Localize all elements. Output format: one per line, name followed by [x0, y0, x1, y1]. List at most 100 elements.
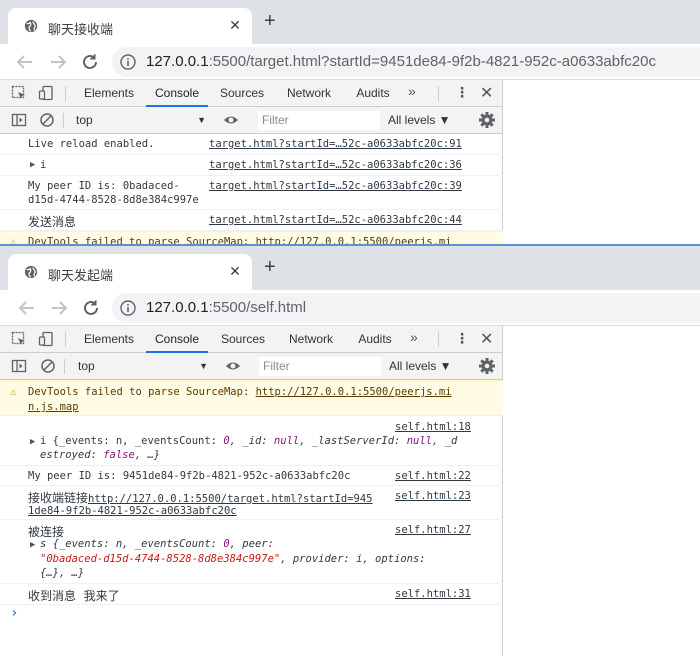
tab-console[interactable]: Console: [146, 80, 208, 107]
customize-menu-icon[interactable]: ⋮: [455, 330, 469, 347]
clear-console-icon[interactable]: [40, 358, 56, 374]
devtools-tabbar: Elements Console Sources Network Audits …: [0, 326, 502, 353]
browser-tab-initiator[interactable]: 聊天发起端 ✕: [8, 254, 252, 290]
tab-console[interactable]: Console: [146, 326, 208, 353]
show-sidebar-icon[interactable]: [11, 358, 27, 374]
log-row: ▶ i target.html?startId=…52c-a0633abfc20…: [0, 155, 503, 176]
eye-icon[interactable]: [223, 112, 239, 128]
expand-triangle-icon[interactable]: ▶: [30, 540, 35, 550]
gear-icon[interactable]: [478, 111, 496, 129]
log-row: My peer ID is: 9451de84-9f2b-4821-952c-a…: [0, 466, 503, 486]
globe-icon: [24, 19, 38, 33]
receiver-link-cont[interactable]: 1de84-9f2b-4821-952c-a0633abfc20c: [28, 505, 237, 517]
tab-audits[interactable]: Audits: [348, 80, 398, 107]
device-toolbar-icon[interactable]: [38, 331, 54, 347]
browser-toolbar: 127.0.0.1:5500/self.html: [0, 290, 700, 326]
devtools-panel: Elements Console Sources Network Audits …: [0, 80, 503, 244]
forward-arrow-icon[interactable]: [48, 297, 70, 319]
console-toolbar: top ▼ Filter All levels ▼: [0, 353, 502, 380]
more-tabs-icon[interactable]: »: [410, 329, 418, 345]
filter-input[interactable]: Filter: [258, 111, 380, 130]
show-sidebar-icon[interactable]: [11, 112, 27, 128]
reload-icon[interactable]: [80, 297, 102, 319]
globe-icon: [24, 265, 38, 279]
receiver-link[interactable]: http://127.0.0.1:5500/target.html?startI…: [88, 493, 372, 505]
new-tab-button[interactable]: +: [264, 11, 276, 31]
tab-strip: 聊天接收端 ✕ +: [0, 0, 700, 44]
source-link[interactable]: self.html:18: [395, 421, 471, 433]
log-levels-dropdown[interactable]: All levels ▼: [388, 111, 451, 130]
new-tab-button[interactable]: +: [264, 257, 276, 277]
log-row: My peer ID is: 0badaced- d15d-4744-8528-…: [0, 176, 503, 210]
devtools-tabbar: Elements Console Sources Network Audits …: [0, 80, 502, 107]
initiator-browser-window: 聊天发起端 ✕ + 127.0.0.1:5500/self.html Eleme…: [0, 244, 700, 656]
context-selector[interactable]: top ▼: [70, 111, 210, 130]
log-levels-dropdown[interactable]: All levels ▼: [389, 357, 452, 376]
close-tab-icon[interactable]: ✕: [226, 263, 244, 280]
source-link[interactable]: self.html:27: [395, 524, 471, 536]
device-toolbar-icon[interactable]: [38, 85, 54, 101]
browser-tab-receiver[interactable]: 聊天接收端 ✕: [8, 8, 252, 44]
source-link[interactable]: target.html?startId=…52c-a0633abfc20c:91: [209, 138, 462, 150]
inspect-element-icon[interactable]: [11, 331, 27, 347]
expand-triangle-icon[interactable]: ▶: [30, 437, 35, 447]
source-link[interactable]: target.html?startId=…52c-a0633abfc20c:39: [209, 180, 462, 192]
log-row: self.html:18 ▶ i {_events: n, _eventsCou…: [0, 416, 503, 466]
log-row: 被连接 self.html:27 ▶ s {_events: n, _event…: [0, 520, 503, 584]
source-link[interactable]: target.html?startId=…52c-a0633abfc20c:44: [209, 214, 462, 226]
dropdown-arrow-icon: ▼: [199, 361, 208, 371]
context-selector[interactable]: top ▼: [72, 357, 212, 376]
eye-icon[interactable]: [225, 358, 241, 374]
inspect-element-icon[interactable]: [11, 85, 27, 101]
source-link[interactable]: self.html:22: [395, 470, 471, 482]
info-icon[interactable]: [120, 300, 136, 316]
tab-audits[interactable]: Audits: [350, 326, 400, 353]
tab-elements[interactable]: Elements: [76, 326, 142, 353]
address-bar[interactable]: 127.0.0.1:5500/self.html: [112, 293, 700, 323]
back-arrow-icon[interactable]: [14, 51, 36, 73]
tab-title: 聊天接收端: [48, 22, 114, 37]
log-row: 收到消息 我来了 self.html:31: [0, 584, 503, 605]
tab-sources[interactable]: Sources: [214, 80, 270, 107]
reload-icon[interactable]: [79, 51, 101, 73]
expand-triangle-icon[interactable]: ▶: [30, 160, 35, 170]
sourcemap-link[interactable]: http://127.0.0.1:5500/peerjs.mi: [256, 386, 452, 398]
tab-strip: 聊天发起端 ✕ +: [0, 246, 700, 290]
console-prompt[interactable]: ›: [10, 605, 18, 621]
filter-input[interactable]: Filter: [259, 357, 381, 376]
warning-row: ⚠ DevTools failed to parse SourceMap: ht…: [0, 231, 503, 244]
source-link[interactable]: target.html?startId=…52c-a0633abfc20c:36: [209, 159, 462, 171]
log-row: 接收端链接http://127.0.0.1:5500/target.html?s…: [0, 486, 503, 520]
back-arrow-icon[interactable]: [16, 297, 38, 319]
warning-icon: ⚠: [10, 235, 17, 244]
dropdown-arrow-icon: ▼: [197, 115, 206, 125]
close-devtools-icon[interactable]: ✕: [480, 329, 493, 349]
address-bar[interactable]: 127.0.0.1:5500/target.html?startId=9451d…: [112, 47, 700, 77]
url-text: 127.0.0.1:5500/target.html?startId=9451d…: [146, 53, 656, 70]
warning-row: ⚠ DevTools failed to parse SourceMap: ht…: [0, 380, 503, 416]
receiver-browser-window: 聊天接收端 ✕ + 127.0.0.1:5500/target.html?sta…: [0, 0, 700, 244]
tab-title: 聊天发起端: [48, 268, 114, 283]
more-tabs-icon[interactable]: »: [408, 83, 416, 99]
tab-network[interactable]: Network: [280, 80, 338, 107]
clear-console-icon[interactable]: [39, 112, 55, 128]
log-row: Live reload enabled. target.html?startId…: [0, 134, 503, 155]
info-icon[interactable]: [120, 54, 136, 70]
console-toolbar: top ▼ Filter All levels ▼: [0, 107, 502, 134]
log-row: 发送消息 target.html?startId=…52c-a0633abfc2…: [0, 210, 503, 231]
tab-elements[interactable]: Elements: [76, 80, 142, 107]
sourcemap-link-cont[interactable]: n.js.map: [28, 401, 79, 413]
close-devtools-icon[interactable]: ✕: [480, 83, 493, 103]
forward-arrow-icon[interactable]: [47, 51, 69, 73]
tab-sources[interactable]: Sources: [214, 326, 272, 353]
customize-menu-icon[interactable]: ⋮: [455, 84, 469, 101]
url-text: 127.0.0.1:5500/self.html: [146, 299, 307, 316]
close-tab-icon[interactable]: ✕: [226, 17, 244, 34]
source-link[interactable]: self.html:31: [395, 588, 471, 600]
source-link[interactable]: self.html:23: [395, 490, 471, 502]
warning-icon: ⚠: [10, 385, 17, 398]
gear-icon[interactable]: [478, 357, 496, 375]
devtools-panel: Elements Console Sources Network Audits …: [0, 326, 503, 656]
tab-network[interactable]: Network: [282, 326, 340, 353]
browser-toolbar: 127.0.0.1:5500/target.html?startId=9451d…: [0, 44, 700, 80]
